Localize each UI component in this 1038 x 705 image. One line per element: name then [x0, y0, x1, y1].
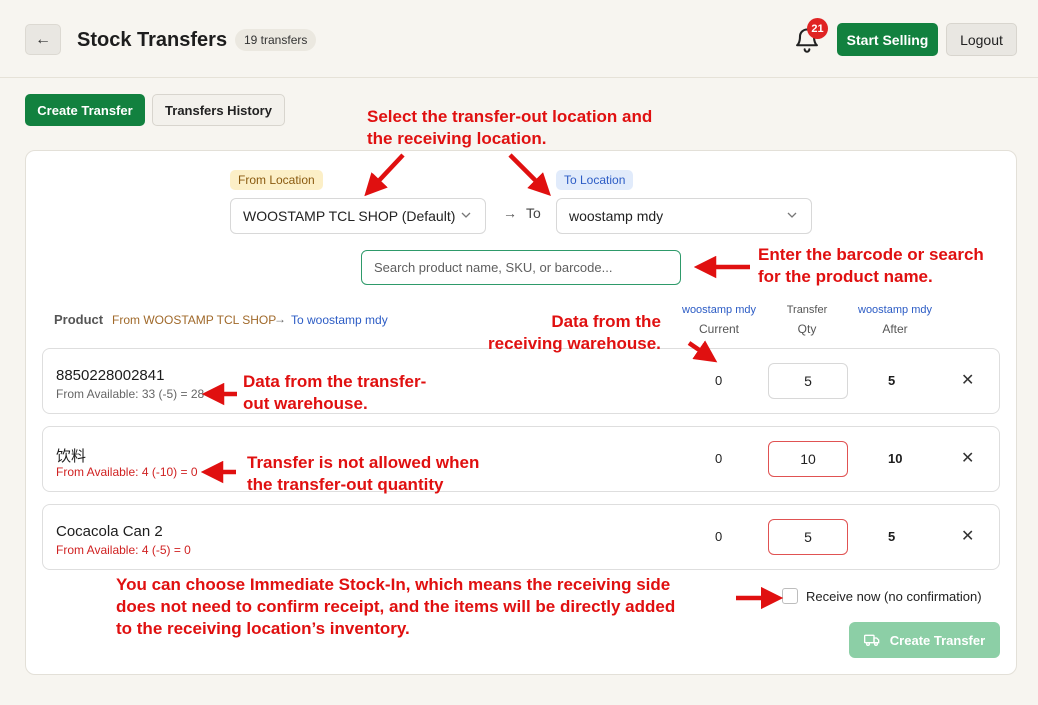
- transfer-qty-input[interactable]: [768, 363, 848, 399]
- annotation-line: the receiving location.: [367, 129, 547, 148]
- qty-column-header: Transfer Qty: [767, 304, 847, 336]
- annotation-transfer-out: Data from the transfer- out warehouse.: [243, 371, 426, 415]
- from-available: From Available: 4 (-5) = 0: [56, 543, 191, 557]
- from-location-tag: From Location: [230, 170, 323, 190]
- qty-column-top: Transfer: [786, 304, 828, 316]
- remove-row-close-icon[interactable]: ✕: [961, 448, 974, 468]
- product-name: 饮料: [56, 448, 87, 465]
- truck-icon: [863, 634, 880, 646]
- to-location-value: woostamp mdy: [569, 208, 664, 224]
- annotation-immediate-stock-in: You can choose Immediate Stock-In, which…: [116, 574, 675, 640]
- start-selling-button[interactable]: Start Selling: [837, 23, 938, 56]
- current-column-header: woostamp mdy Current: [674, 304, 764, 336]
- after-stock: 5: [888, 529, 896, 544]
- tab-transfers-history[interactable]: Transfers History: [152, 94, 285, 126]
- product-search-input[interactable]: [361, 250, 681, 285]
- annotation-not-allowed: Transfer is not allowed when the transfe…: [247, 452, 479, 496]
- arrow-right-icon: →: [503, 205, 517, 221]
- to-location-select[interactable]: woostamp mdy: [556, 198, 812, 234]
- to-location-tag: To Location: [556, 170, 634, 190]
- remove-row-close-icon[interactable]: ✕: [961, 526, 974, 546]
- annotation-receiving: Data from the receiving warehouse.: [488, 311, 661, 355]
- create-transfer-submit-button[interactable]: Create Transfer: [849, 622, 1000, 658]
- tab-create-transfer[interactable]: Create Transfer: [25, 94, 145, 126]
- annotation-line: receiving warehouse.: [488, 334, 661, 353]
- from-available: From Available: 4 (-10) = 0: [56, 465, 198, 479]
- current-stock: 0: [715, 373, 723, 388]
- product-name: 8850228002841: [56, 367, 165, 384]
- to-label: To: [526, 205, 541, 221]
- back-button[interactable]: ←: [25, 24, 61, 55]
- from-location-select[interactable]: WOOSTAMP TCL SHOP (Default): [230, 198, 486, 234]
- transfer-qty-input[interactable]: [768, 519, 848, 555]
- annotation-line: Transfer is not allowed when: [247, 453, 480, 472]
- submit-label: Create Transfer: [889, 632, 986, 648]
- after-column-location: woostamp mdy: [858, 304, 932, 316]
- top-header: ← Stock Transfers 19 transfers 21 Start …: [0, 0, 1038, 78]
- from-location-caption: From WOOSTAMP TCL SHOP: [112, 313, 277, 327]
- annotation-line: out warehouse.: [243, 394, 368, 413]
- transfer-qty-input[interactable]: [768, 441, 848, 477]
- annotation-line: Data from the: [551, 312, 661, 331]
- qty-column-label: Qty: [797, 322, 817, 336]
- page-title: Stock Transfers: [77, 29, 228, 51]
- logout-button[interactable]: Logout: [946, 23, 1017, 56]
- remove-row-close-icon[interactable]: ✕: [961, 370, 974, 390]
- receive-now-checkbox[interactable]: [782, 588, 798, 604]
- annotation-line: does not need to confirm receipt, and th…: [116, 597, 676, 616]
- transfer-count-badge: 19 transfers: [235, 29, 317, 51]
- current-column-label: Current: [698, 322, 739, 336]
- product-name: Cocacola Can 2: [56, 523, 163, 540]
- annotation-line: Select the transfer-out location and: [367, 107, 653, 126]
- receive-now-label: Receive now (no confirmation): [806, 589, 982, 604]
- annotation-line: for the product name.: [758, 267, 933, 286]
- annotation-line: the transfer-out quantity: [247, 475, 444, 494]
- after-column-label: After: [882, 322, 908, 336]
- after-stock: 10: [888, 451, 903, 466]
- table-row: 饮料 From Available: 4 (-10) = 0 0 10 ✕: [42, 426, 1000, 492]
- product-column-header: Product: [54, 312, 104, 327]
- annotation-line: Enter the barcode or search: [758, 245, 984, 264]
- annotation-line: Data from the transfer-: [243, 372, 427, 391]
- table-row: 8850228002841 From Available: 33 (-5) = …: [42, 348, 1000, 414]
- current-stock: 0: [715, 529, 723, 544]
- annotation-line: You can choose Immediate Stock-In, which…: [116, 575, 671, 594]
- current-column-location: woostamp mdy: [682, 304, 756, 316]
- current-stock: 0: [715, 451, 723, 466]
- from-available: From Available: 33 (-5) = 28: [56, 387, 205, 401]
- from-location-value: WOOSTAMP TCL SHOP (Default): [243, 208, 456, 224]
- arrow-right-icon: →: [274, 312, 286, 326]
- table-row: Cocacola Can 2 From Available: 4 (-5) = …: [42, 504, 1000, 570]
- to-location-caption: To woostamp mdy: [291, 313, 388, 327]
- annotation-line: to the receiving location’s inventory.: [116, 619, 410, 638]
- chevron-down-icon: [461, 212, 471, 218]
- chevron-down-icon: [787, 212, 797, 218]
- annotation-search: Enter the barcode or search for the prod…: [758, 244, 984, 288]
- after-column-header: woostamp mdy After: [850, 304, 940, 336]
- after-stock: 5: [888, 373, 896, 388]
- annotation-select-locations: Select the transfer-out location and the…: [367, 106, 652, 150]
- notification-count-badge: 21: [807, 18, 828, 39]
